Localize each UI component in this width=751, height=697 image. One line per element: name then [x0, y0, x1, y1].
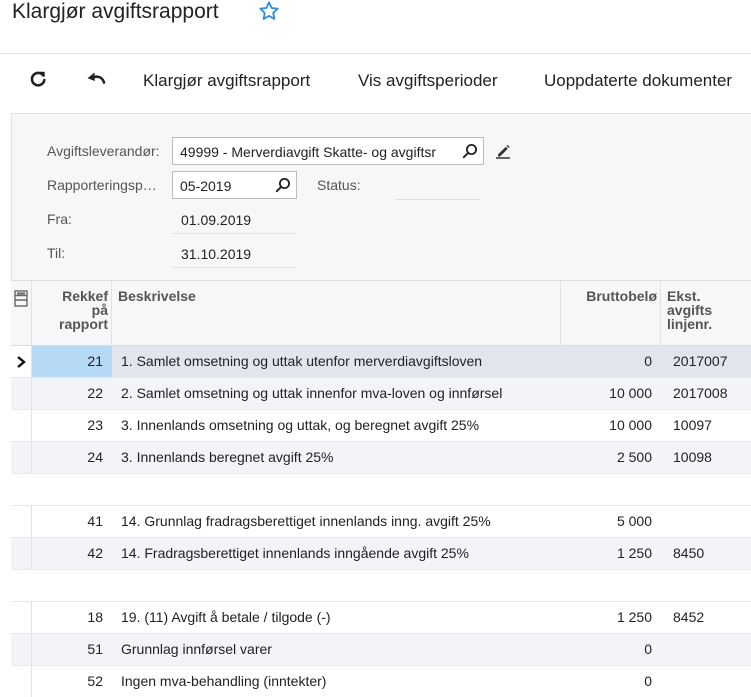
- column-header-sequence[interactable]: Rekkef på rapport: [32, 281, 112, 346]
- row-selector[interactable]: [11, 410, 32, 441]
- header-gross: Bruttobelø: [586, 288, 657, 304]
- group-spacer: [11, 570, 751, 602]
- header-ext-line1: Ekst.: [667, 288, 701, 304]
- cell-sequence[interactable]: 52: [32, 666, 112, 697]
- cell-description[interactable]: 19. (11) Avgift å betale / tilgode (-): [112, 602, 561, 633]
- page-title: Klargjør avgiftsrapport: [12, 0, 219, 23]
- row-selector[interactable]: [11, 602, 32, 633]
- table-row[interactable]: 21 1. Samlet omsetning og uttak utenfor …: [11, 346, 751, 378]
- cell-sequence[interactable]: 41: [32, 506, 112, 537]
- cell-description[interactable]: 14. Fradragsberettiget innenlands inngåe…: [112, 538, 561, 569]
- vendor-field[interactable]: 49999 - Merverdiavgift Skatte- og avgift…: [172, 137, 484, 165]
- cell-gross[interactable]: 0: [561, 346, 661, 377]
- cell-gross[interactable]: 1 250: [561, 538, 661, 569]
- cell-description[interactable]: 3. Innenlands omsetning og uttak, og ber…: [112, 410, 561, 441]
- grid-header: Rekkef på rapport Beskrivelse Bruttobelø…: [11, 280, 751, 346]
- row-selector[interactable]: [11, 506, 32, 537]
- table-row[interactable]: 24 3. Innenlands beregnet avgift 25% 2 5…: [11, 442, 751, 474]
- cell-sequence[interactable]: 21: [32, 346, 112, 377]
- header-desc: Beskrivelse: [118, 288, 196, 304]
- status-label: Status:: [317, 177, 361, 193]
- row-selector[interactable]: [11, 378, 32, 409]
- cell-ext-line[interactable]: 2017008: [661, 378, 751, 409]
- vendor-label: Avgiftsleverandør:: [47, 143, 160, 159]
- to-label: Til:: [47, 245, 66, 261]
- cell-gross[interactable]: 0: [561, 634, 661, 665]
- table-row[interactable]: 23 3. Innenlands omsetning og uttak, og …: [11, 410, 751, 442]
- group-spacer: [11, 474, 751, 506]
- undo-icon[interactable]: [86, 69, 106, 89]
- unreleased-documents-button[interactable]: Uoppdaterte dokumenter: [544, 71, 732, 91]
- cell-ext-line[interactable]: [661, 666, 751, 697]
- header-seq-line3: rapport: [59, 316, 108, 332]
- cell-sequence[interactable]: 51: [32, 634, 112, 665]
- header-seq-line1: Rekkef: [62, 288, 108, 304]
- column-settings-icon: [14, 290, 28, 307]
- row-selector[interactable]: [11, 346, 32, 377]
- cell-description[interactable]: 1. Samlet omsetning og uttak utenfor mer…: [112, 346, 561, 377]
- cell-description[interactable]: Grunnlag innførsel varer: [112, 634, 561, 665]
- title-bar: Klargjør avgiftsrapport: [0, 0, 751, 54]
- from-value: 01.09.2019: [181, 212, 252, 228]
- cell-description[interactable]: 14. Grunnlag fradragsberettiget innenlan…: [112, 506, 561, 537]
- cell-ext-line[interactable]: 8452: [661, 602, 751, 633]
- cell-ext-line[interactable]: 10098: [661, 442, 751, 473]
- table-row[interactable]: 18 19. (11) Avgift å betale / tilgode (-…: [11, 602, 751, 634]
- status-underline: [395, 199, 480, 200]
- form-panel: Avgiftsleverandør: 49999 - Merverdiavgif…: [11, 113, 751, 280]
- to-underline: [172, 267, 297, 268]
- cell-ext-line[interactable]: [661, 634, 751, 665]
- header-ext-line2: avgifts: [667, 302, 713, 318]
- star-icon[interactable]: [258, 0, 280, 22]
- cell-ext-line[interactable]: 10097: [661, 410, 751, 441]
- column-settings-button[interactable]: [11, 281, 32, 346]
- table-row[interactable]: 22 2. Samlet omsetning og uttak innenfor…: [11, 378, 751, 410]
- table-row[interactable]: 42 14. Fradragsberettiget innenlands inn…: [11, 538, 751, 570]
- cell-description[interactable]: 2. Samlet omsetning og uttak innenfor mv…: [112, 378, 561, 409]
- edit-pencil-icon[interactable]: [495, 143, 511, 159]
- row-selector[interactable]: [11, 634, 32, 665]
- refresh-icon[interactable]: [28, 69, 48, 89]
- cell-sequence[interactable]: 23: [32, 410, 112, 441]
- cell-sequence[interactable]: 24: [32, 442, 112, 473]
- cell-description[interactable]: Ingen mva-behandling (inntekter): [112, 666, 561, 697]
- header-seq-line2: på: [91, 302, 108, 318]
- cell-gross[interactable]: 1 250: [561, 602, 661, 633]
- table-row[interactable]: 51 Grunnlag innførsel varer 0: [11, 634, 751, 666]
- header-ext-line3: linjenr.: [667, 316, 713, 332]
- period-value: 05-2019: [180, 178, 232, 194]
- prepare-report-button[interactable]: Klargjør avgiftsrapport: [143, 71, 310, 91]
- cell-gross[interactable]: 0: [561, 666, 661, 697]
- cell-description[interactable]: 3. Innenlands beregnet avgift 25%: [112, 442, 561, 473]
- toolbar: Klargjør avgiftsrapport Vis avgiftsperio…: [0, 55, 751, 107]
- cell-sequence[interactable]: 42: [32, 538, 112, 569]
- from-underline: [172, 233, 297, 234]
- cell-ext-line[interactable]: 8450: [661, 538, 751, 569]
- row-selector[interactable]: [11, 666, 32, 697]
- row-selector[interactable]: [11, 442, 32, 473]
- cell-gross[interactable]: 5 000: [561, 506, 661, 537]
- to-value: 31.10.2019: [181, 246, 252, 262]
- period-label: Rapporteringsp…: [47, 177, 157, 193]
- table-row[interactable]: 52 Ingen mva-behandling (inntekter) 0: [11, 666, 751, 697]
- cell-ext-line[interactable]: 2017007: [661, 346, 751, 377]
- from-label: Fra:: [47, 211, 72, 227]
- search-icon[interactable]: [275, 177, 291, 193]
- cell-ext-line[interactable]: [661, 506, 751, 537]
- cell-gross[interactable]: 10 000: [561, 378, 661, 409]
- period-field[interactable]: 05-2019: [172, 171, 297, 199]
- column-header-gross[interactable]: Bruttobelø: [561, 281, 661, 346]
- vendor-value: 49999 - Merverdiavgift Skatte- og avgift…: [180, 144, 437, 160]
- row-selector[interactable]: [11, 538, 32, 569]
- search-icon[interactable]: [462, 143, 478, 159]
- cell-sequence[interactable]: 18: [32, 602, 112, 633]
- view-periods-button[interactable]: Vis avgiftsperioder: [358, 71, 498, 91]
- cell-gross[interactable]: 10 000: [561, 410, 661, 441]
- column-header-ext-line[interactable]: Ekst. avgifts linjenr.: [661, 281, 751, 346]
- cell-sequence[interactable]: 22: [32, 378, 112, 409]
- column-header-description[interactable]: Beskrivelse: [112, 281, 561, 346]
- table-row[interactable]: 41 14. Grunnlag fradragsberettiget innen…: [11, 506, 751, 538]
- cell-gross[interactable]: 2 500: [561, 442, 661, 473]
- current-row-arrow-icon: [17, 356, 26, 368]
